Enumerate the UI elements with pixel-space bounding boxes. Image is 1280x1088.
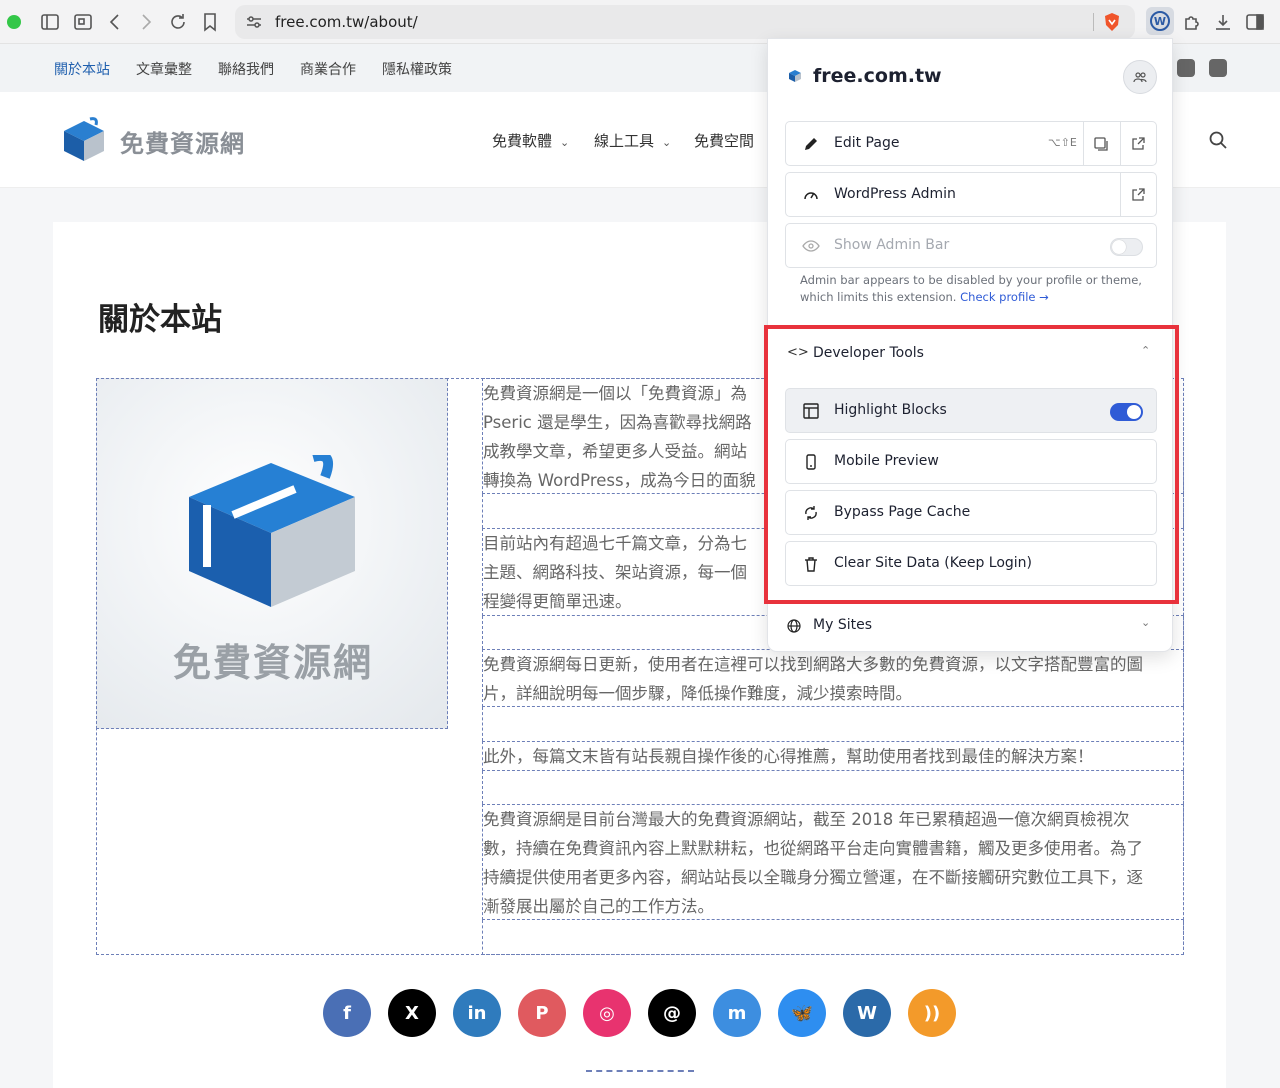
address-bar[interactable]: free.com.tw/about/ bbox=[235, 5, 1135, 39]
chevron-down-icon: ⌄ bbox=[560, 136, 570, 149]
threads-small-icon[interactable] bbox=[1209, 59, 1227, 77]
pencil-icon bbox=[805, 138, 817, 150]
side-panel-icon[interactable] bbox=[1243, 10, 1267, 34]
topnav-contact[interactable]: 聯絡我們 bbox=[218, 59, 274, 79]
mainnav-free-hosting[interactable]: 免費空間 bbox=[694, 130, 754, 151]
popup-domain: free.com.tw bbox=[813, 65, 942, 87]
highlight-annotation-box bbox=[764, 325, 1179, 604]
paragraph-4: 此外，每篇文末皆有站長親自操作後的心得推薦，幫助使用者找到最佳的解決方案！ bbox=[482, 741, 1184, 771]
pinterest-icon[interactable]: P bbox=[518, 989, 566, 1037]
copy-icon[interactable] bbox=[1092, 135, 1110, 153]
svg-text:W: W bbox=[1154, 15, 1166, 28]
edit-page-button[interactable]: Edit Page ⌥⇧E bbox=[785, 121, 1157, 166]
extensions-puzzle-icon[interactable] bbox=[1180, 10, 1204, 34]
check-profile-link[interactable]: Check profile → bbox=[960, 290, 1049, 304]
profile-users-icon[interactable] bbox=[1123, 60, 1157, 94]
show-admin-bar-toggle[interactable] bbox=[1110, 238, 1143, 256]
external-link-icon[interactable] bbox=[1129, 186, 1147, 204]
external-link-icon[interactable] bbox=[1129, 135, 1147, 153]
mainnav-software[interactable]: 免費軟體 ⌄ bbox=[492, 130, 569, 151]
back-icon[interactable] bbox=[103, 10, 127, 34]
admin-bar-note: Admin bar appears to be disabled by your… bbox=[800, 273, 1142, 304]
facebook-icon[interactable]: f bbox=[323, 989, 371, 1037]
tab-overview-icon[interactable] bbox=[71, 10, 95, 34]
topnav-privacy[interactable]: 隱私權政策 bbox=[382, 59, 452, 79]
downloads-icon[interactable] bbox=[1211, 10, 1235, 34]
eye-icon bbox=[802, 240, 820, 252]
x-icon[interactable]: X bbox=[388, 989, 436, 1037]
topnav-business[interactable]: 商業合作 bbox=[300, 59, 356, 79]
about-image: 免費資源網 bbox=[96, 378, 448, 729]
wordpress-admin-button[interactable]: WordPress Admin bbox=[785, 172, 1157, 217]
url-text: free.com.tw/about/ bbox=[275, 13, 418, 31]
paragraph-5: 免費資源網是目前台灣最大的免費資源網站，截至 2018 年已累積超過一億次網頁檢… bbox=[482, 804, 1184, 920]
keyboard-shortcut: ⌥⇧E bbox=[1048, 136, 1077, 149]
page-title: 關於本站 bbox=[98, 302, 222, 338]
threads-icon[interactable]: @ bbox=[648, 989, 696, 1037]
rss-icon[interactable]: )) bbox=[908, 989, 956, 1037]
search-icon[interactable] bbox=[1208, 130, 1228, 154]
paragraph-3: 免費資源網每日更新，使用者在這裡可以找到網路大多數的免費資源，以文字搭配豐富的圖… bbox=[482, 649, 1184, 707]
chevron-down-icon: ⌄ bbox=[1141, 616, 1151, 629]
linkedin-icon[interactable]: in bbox=[453, 989, 501, 1037]
logo-image-icon bbox=[189, 455, 355, 607]
window-zoom-button[interactable] bbox=[7, 15, 21, 29]
topnav-archive[interactable]: 文章彙整 bbox=[136, 59, 192, 79]
show-admin-bar-row[interactable]: Show Admin Bar bbox=[785, 223, 1157, 268]
wordpress-extension-icon[interactable]: W bbox=[1146, 7, 1174, 35]
site-logo-icon[interactable] bbox=[60, 117, 108, 163]
globe-icon bbox=[787, 619, 801, 633]
bookmark-icon[interactable] bbox=[198, 10, 222, 34]
forward-icon[interactable] bbox=[134, 10, 158, 34]
sidebar-toggle-icon[interactable] bbox=[38, 10, 62, 34]
instagram-icon[interactable]: ◎ bbox=[583, 989, 631, 1037]
my-sites-header[interactable]: My Sites ⌄ bbox=[785, 611, 1157, 641]
image-caption-text: 免費資源網 bbox=[172, 641, 373, 685]
topnav-about[interactable]: 關於本站 bbox=[54, 59, 110, 79]
chevron-down-icon: ⌄ bbox=[662, 136, 672, 149]
instagram-small-icon[interactable] bbox=[1177, 59, 1195, 77]
mainnav-online-tools[interactable]: 線上工具 ⌄ bbox=[594, 130, 671, 151]
reload-icon[interactable] bbox=[166, 10, 190, 34]
site-name[interactable]: 免費資源網 bbox=[120, 124, 245, 159]
site-settings-icon[interactable] bbox=[245, 13, 263, 35]
speedometer-icon bbox=[804, 192, 818, 200]
bluesky-icon[interactable]: 🦋 bbox=[778, 989, 826, 1037]
wordpress-icon[interactable]: W bbox=[843, 989, 891, 1037]
brave-shields-icon[interactable] bbox=[1101, 11, 1123, 33]
site-favicon-icon bbox=[789, 70, 801, 82]
mastodon-icon[interactable]: m bbox=[713, 989, 761, 1037]
